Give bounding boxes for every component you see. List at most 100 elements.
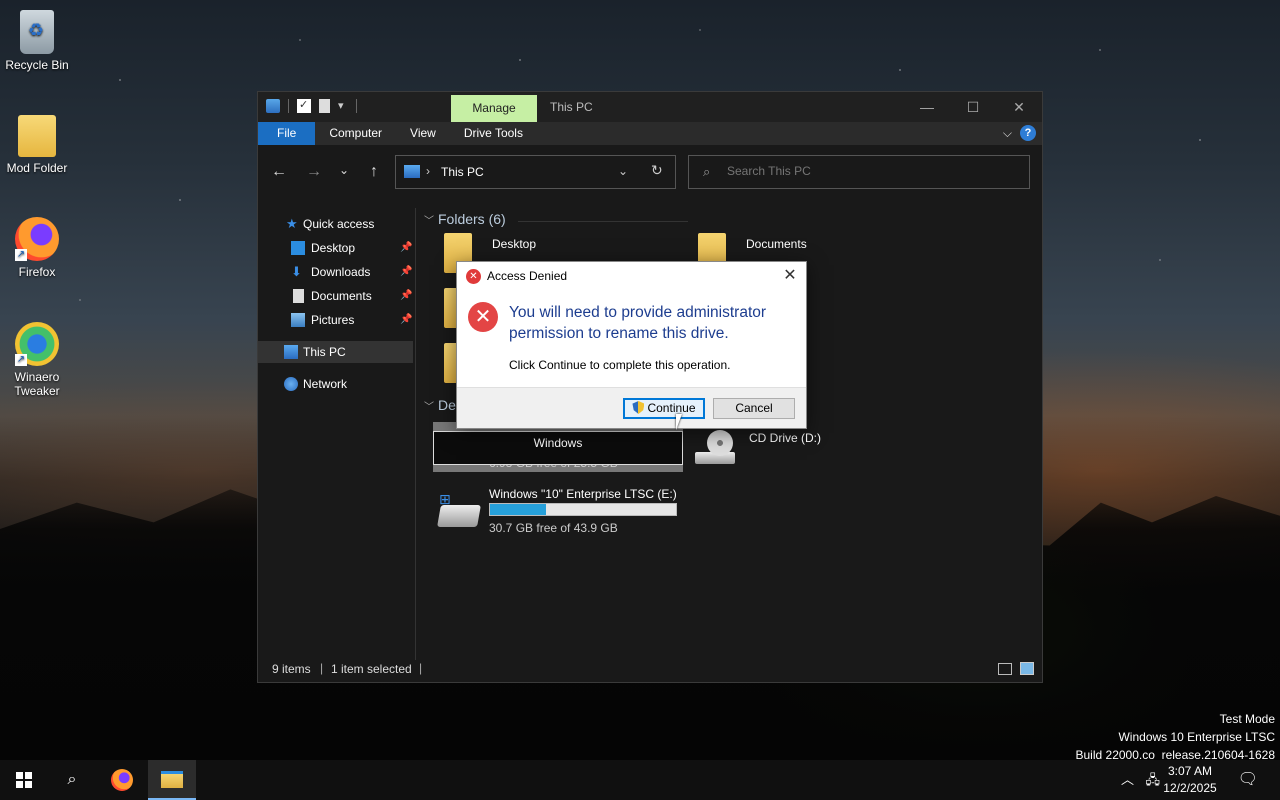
sidebar-item-downloads[interactable]: ⬇ Downloads 📌	[258, 261, 413, 283]
tab-view[interactable]: View	[396, 122, 450, 145]
drive-free-space: 30.7 GB free of 43.9 GB	[489, 521, 618, 535]
access-denied-dialog: ✕ Access Denied ✕ ✕ You will need to pro…	[456, 261, 807, 429]
taskbar: ⌕ ︿ 🖧 3:07 AM 12/2/2025 🗨	[0, 760, 1280, 800]
desktop-icon-mod-folder[interactable]: Mod Folder	[0, 115, 74, 175]
pin-icon[interactable]: 📌	[400, 237, 412, 259]
mouse-cursor	[676, 414, 682, 430]
search-box[interactable]: ⌕	[688, 155, 1030, 189]
shortcut-arrow-icon: ↗	[15, 354, 27, 366]
computer-icon	[404, 165, 420, 178]
group-divider	[518, 221, 688, 222]
clock-date: 12/2/2025	[1163, 781, 1217, 795]
forward-button[interactable]: →	[303, 163, 325, 181]
folder-icon	[18, 115, 56, 157]
back-button[interactable]: ←	[268, 163, 290, 181]
refresh-icon[interactable]: ↻	[651, 162, 663, 179]
sidebar-item-desktop[interactable]: Desktop 📌	[258, 237, 413, 259]
dialog-close-button[interactable]: ✕	[778, 264, 802, 288]
desktop-icon-label: Winaero Tweaker	[14, 370, 60, 398]
help-icon[interactable]: ?	[1020, 125, 1036, 141]
properties-icon[interactable]	[297, 98, 311, 113]
folder-name: Desktop	[492, 237, 537, 251]
recent-locations-button[interactable]: ⌄	[333, 163, 355, 177]
pin-icon[interactable]: 📌	[400, 309, 412, 331]
show-hidden-icons-chevron-icon[interactable]: ︿	[1121, 760, 1134, 800]
status-item-count: 9 items	[272, 662, 311, 676]
sidebar-item-quick-access[interactable]: ★ Quick access	[258, 213, 413, 235]
search-input[interactable]	[727, 164, 1017, 178]
drive-tile-cd[interactable]: CD Drive (D:)	[693, 428, 943, 478]
breadcrumb-separator[interactable]: ›	[426, 164, 430, 178]
hard-drive-icon	[437, 505, 481, 527]
group-header-devices[interactable]: ﹀ De	[424, 397, 456, 413]
address-dropdown-icon[interactable]: ⌄	[618, 164, 628, 178]
up-button[interactable]: ↑	[363, 163, 385, 181]
customize-toolbar-icon[interactable]: ▾	[338, 99, 348, 113]
quick-access-toolbar: ▾	[266, 98, 357, 113]
dialog-footer: Continue Cancel	[457, 387, 806, 428]
drive-tile-e[interactable]: ⊞ Windows "10" Enterprise LTSC (E:) 30.7…	[433, 487, 683, 537]
group-header-folders[interactable]: ﹀ Folders (6)	[424, 211, 506, 227]
window-title: This PC	[550, 100, 593, 114]
tab-computer[interactable]: Computer	[315, 122, 396, 145]
maximize-button[interactable]: ☐	[950, 92, 996, 122]
error-icon: ✕	[468, 302, 498, 332]
close-button[interactable]: ✕	[996, 92, 1042, 122]
desktop-icon-winaero-tweaker[interactable]: ↗ Winaero Tweaker	[0, 322, 74, 398]
sidebar-item-pictures[interactable]: Pictures 📌	[258, 309, 413, 331]
pin-icon[interactable]: 📌	[400, 285, 412, 307]
computer-icon[interactable]	[266, 99, 280, 113]
manage-context-tab[interactable]: Manage	[451, 95, 537, 122]
large-icons-view-icon[interactable]	[1020, 662, 1034, 675]
continue-button[interactable]: Continue	[623, 398, 705, 419]
sidebar-item-network[interactable]: Network	[258, 373, 413, 395]
drive-usage-bar	[489, 503, 677, 516]
start-button[interactable]	[0, 760, 48, 800]
collapse-chevron-icon: ﹀	[424, 216, 434, 227]
sidebar-item-this-pc[interactable]: This PC	[258, 341, 413, 363]
minimize-button[interactable]: —	[904, 92, 950, 122]
taskbar-file-explorer[interactable]	[148, 760, 196, 800]
title-bar: ▾ Manage This PC — ☐ ✕	[258, 92, 1042, 122]
file-explorer-icon	[161, 771, 183, 789]
error-icon: ✕	[466, 269, 481, 284]
uac-shield-icon	[632, 401, 645, 414]
status-separator: |	[320, 661, 324, 675]
desktop-icon-label: Mod Folder	[6, 161, 68, 175]
winaero-tweaker-icon: ↗	[15, 322, 59, 366]
breadcrumb[interactable]: This PC	[441, 165, 484, 179]
status-selected-count: 1 item selected	[331, 662, 412, 676]
document-icon	[293, 289, 304, 303]
desktop-folder-icon	[291, 241, 305, 255]
toolbar-separator	[288, 99, 289, 113]
desktop-icon-recycle-bin[interactable]: Recycle Bin	[0, 10, 74, 72]
firefox-icon: ↗	[15, 217, 59, 261]
cancel-button[interactable]: Cancel	[713, 398, 795, 419]
drive-usage-fill	[490, 504, 546, 515]
computer-icon	[284, 345, 298, 359]
search-icon: ⌕	[703, 164, 711, 179]
sidebar-item-label: Desktop	[311, 241, 356, 255]
desktop-icon-firefox[interactable]: ↗ Firefox	[0, 217, 74, 279]
search-button[interactable]: ⌕	[48, 760, 96, 800]
taskbar-firefox[interactable]	[98, 760, 146, 800]
pin-icon[interactable]: 📌	[400, 261, 412, 283]
clock[interactable]: 3:07 AM 12/2/2025	[1158, 763, 1222, 797]
sidebar-item-label: Documents	[311, 289, 372, 303]
download-icon: ⬇	[291, 264, 302, 279]
expand-ribbon-icon[interactable]: ⌵	[1003, 126, 1012, 141]
clock-time: 3:07 AM	[1167, 764, 1213, 778]
action-center-icon[interactable]: 🗨	[1238, 760, 1258, 800]
toolbar-separator	[356, 99, 357, 113]
details-view-icon[interactable]	[998, 663, 1012, 675]
watermark-line: Test Mode	[1219, 712, 1275, 726]
sidebar-item-label: Network	[303, 377, 348, 391]
address-bar[interactable]: › This PC ⌄ ↻	[395, 155, 676, 189]
sidebar-item-documents[interactable]: Documents 📌	[258, 285, 413, 307]
recycle-bin-icon	[20, 10, 54, 54]
new-folder-icon[interactable]	[319, 99, 330, 113]
rename-textbox[interactable]: Windows	[433, 431, 683, 465]
tab-drive-tools[interactable]: Drive Tools	[450, 122, 537, 145]
tab-file[interactable]: File	[258, 122, 316, 145]
status-bar: 9 items | 1 item selected |	[258, 658, 1042, 682]
